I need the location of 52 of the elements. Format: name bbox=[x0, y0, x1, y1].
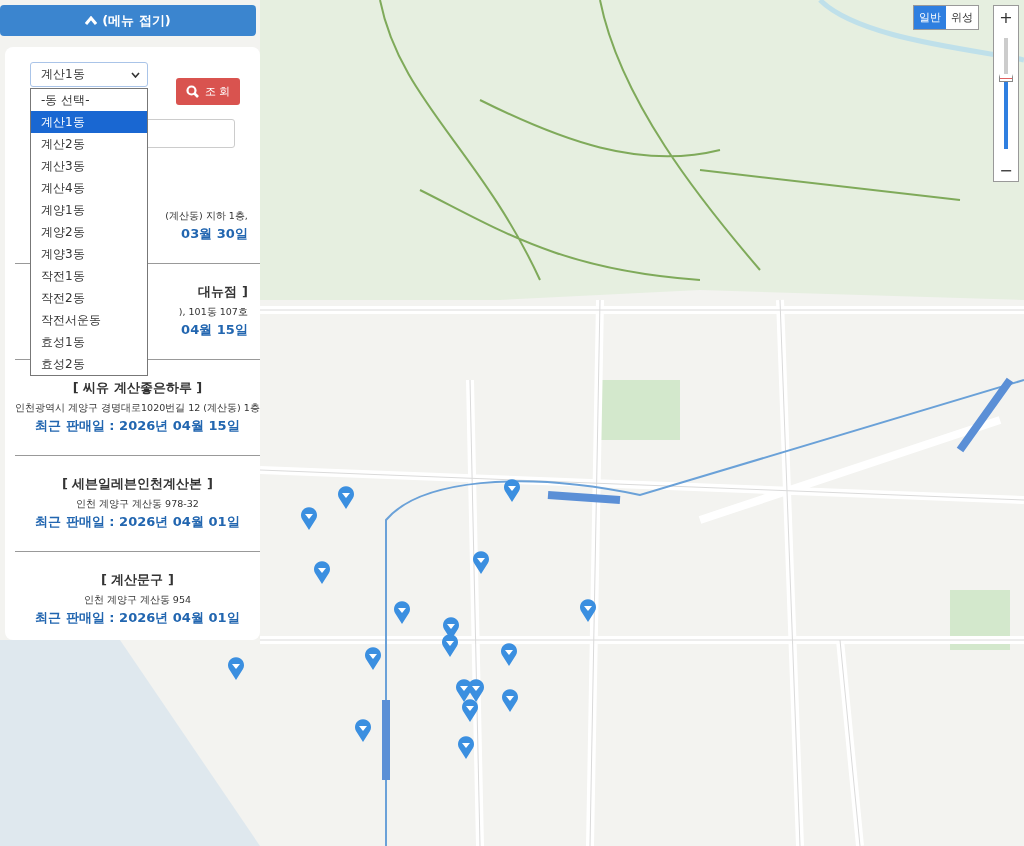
map-pin-icon[interactable] bbox=[472, 550, 490, 574]
dropdown-option[interactable]: 계양2동 bbox=[31, 221, 147, 243]
zoom-slider-track[interactable] bbox=[999, 38, 1013, 149]
caret-icon bbox=[131, 71, 140, 78]
map-pin-icon[interactable] bbox=[500, 642, 518, 666]
store-name[interactable]: [ 세븐일레븐인천계산본 ] bbox=[61, 476, 213, 492]
map-pin-icon[interactable] bbox=[457, 735, 475, 759]
last-sale-date: 03월 30일 bbox=[181, 226, 248, 242]
map-pin-icon[interactable] bbox=[579, 598, 597, 622]
search-button[interactable]: 조 회 bbox=[176, 78, 240, 105]
last-sale-date: 최근 판매일 : 2026년 04월 01일 bbox=[35, 514, 240, 530]
collapse-menu-button[interactable]: (메뉴 접기) bbox=[0, 5, 256, 36]
store-address: 인천광역시 계양구 경명대로1020번길 12 (계산동) 1층 bbox=[15, 402, 260, 413]
map-pin-icon[interactable] bbox=[441, 633, 459, 657]
map-pin-icon[interactable] bbox=[300, 506, 318, 530]
district-select[interactable]: 계산1동 bbox=[30, 62, 148, 87]
map-type-tab[interactable]: 일반 bbox=[914, 6, 946, 29]
store-address: (계산동) 지하 1층, bbox=[165, 210, 248, 221]
last-sale-date: 최근 판매일 : 2026년 04월 15일 bbox=[35, 418, 240, 434]
store-address: 인천 계양구 계산동 954 bbox=[83, 594, 191, 605]
map-pin-icon[interactable] bbox=[337, 485, 355, 509]
dropdown-option[interactable]: 효성1동 bbox=[31, 331, 147, 353]
dropdown-option[interactable]: -동 선택- bbox=[31, 89, 147, 111]
chevron-up-icon bbox=[85, 16, 98, 25]
dropdown-option[interactable]: 계양1동 bbox=[31, 199, 147, 221]
map-pin-icon[interactable] bbox=[393, 600, 411, 624]
search-icon bbox=[185, 85, 199, 98]
dropdown-option[interactable]: 작전1동 bbox=[31, 265, 147, 287]
store-name[interactable]: 대뉴점 ] bbox=[198, 284, 248, 300]
dropdown-option[interactable]: 효성2동 bbox=[31, 353, 147, 375]
map-pin-icon[interactable] bbox=[501, 688, 519, 712]
map-pin-icon[interactable] bbox=[461, 698, 479, 722]
store-address: ), 101동 107호 bbox=[178, 306, 248, 317]
dropdown-option[interactable]: 계산2동 bbox=[31, 133, 147, 155]
dropdown-option[interactable]: 작전2동 bbox=[31, 287, 147, 309]
store-address: 인천 계양구 계산동 978-32 bbox=[76, 498, 199, 509]
dropdown-option[interactable]: 계산3동 bbox=[31, 155, 147, 177]
store-name[interactable]: [ 계산문구 ] bbox=[100, 572, 174, 588]
last-sale-date: 최근 판매일 : 2026년 04월 01일 bbox=[35, 610, 240, 626]
store-name[interactable]: [ 씨유 계산좋은하루 ] bbox=[72, 380, 203, 396]
last-sale-date: 04월 15일 bbox=[181, 322, 248, 338]
map-pin-icon[interactable] bbox=[467, 678, 485, 702]
dropdown-option[interactable]: 계산4동 bbox=[31, 177, 147, 199]
map-pin-icon[interactable] bbox=[364, 646, 382, 670]
map-pin-icon[interactable] bbox=[354, 718, 372, 742]
dropdown-option[interactable]: 계양3동 bbox=[31, 243, 147, 265]
map-pin-icon[interactable] bbox=[313, 560, 331, 584]
dropdown-option[interactable]: 작전서운동 bbox=[31, 309, 147, 331]
map-pin-icon[interactable] bbox=[503, 478, 521, 502]
dropdown-option[interactable]: 계산1동 bbox=[31, 111, 147, 133]
zoom-slider-handle[interactable] bbox=[999, 73, 1013, 82]
map-pin-icon[interactable] bbox=[227, 656, 245, 680]
